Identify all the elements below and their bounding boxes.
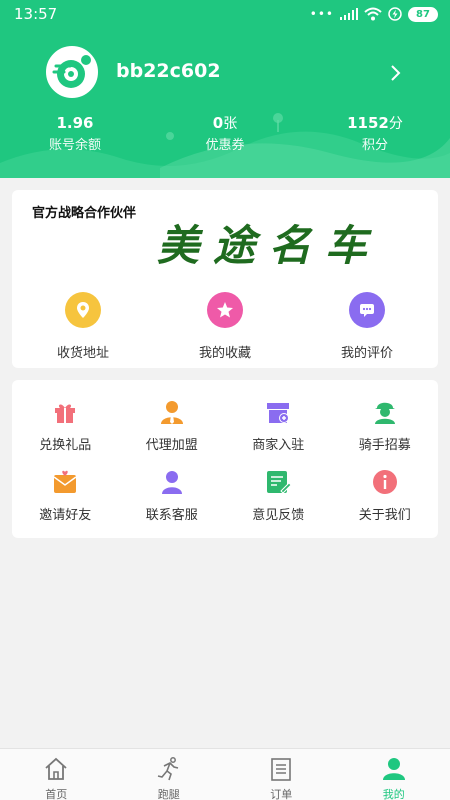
wifi-icon — [364, 7, 382, 21]
partner-title: 官方战略合作伙伴 — [32, 206, 137, 221]
star-icon — [207, 292, 243, 328]
services-card: 兑换礼品 代理加盟 商家入驻 骑手招募 邀请好友 联系客服 意见反馈 关于我们 — [12, 380, 438, 538]
signal-icon — [340, 8, 358, 20]
rider-icon — [371, 398, 399, 426]
gift-icon — [51, 398, 79, 426]
errand-icon — [157, 757, 178, 781]
nav-errand[interactable]: 跑腿 — [113, 749, 226, 800]
username[interactable]: bb22c602 — [116, 60, 221, 82]
bottom-nav: 首页 跑腿 订单 我的 — [0, 748, 450, 800]
profile-header: 13:57 ••• 87 bb22c602 1.96 账号余额 0张 优惠券 1… — [0, 0, 450, 178]
nav-home[interactable]: 首页 — [0, 749, 113, 800]
store-icon — [264, 398, 292, 426]
avatar[interactable] — [46, 46, 98, 98]
order-icon — [271, 758, 292, 781]
service-rider[interactable]: 骑手招募 — [332, 398, 439, 468]
feedback-icon — [264, 468, 292, 496]
service-support[interactable]: 联系客服 — [119, 468, 226, 538]
service-invite[interactable]: 邀请好友 — [12, 468, 119, 538]
quick-item-address[interactable]: 收货地址 — [12, 292, 154, 361]
status-time: 13:57 — [14, 5, 58, 23]
service-agent[interactable]: 代理加盟 — [119, 398, 226, 468]
nav-orders[interactable]: 订单 — [225, 749, 338, 800]
agent-icon — [158, 398, 186, 426]
app-logo-icon — [50, 50, 94, 94]
account-stats: 1.96 账号余额 0张 优惠券 1152分 积分 — [0, 112, 450, 160]
partner-logo[interactable]: 美途名车 — [157, 212, 381, 273]
info-icon — [371, 468, 399, 496]
home-icon — [45, 757, 67, 780]
service-about[interactable]: 关于我们 — [332, 468, 439, 538]
more-dots-icon: ••• — [309, 7, 334, 21]
quick-item-reviews[interactable]: 我的评价 — [296, 292, 438, 361]
service-feedback[interactable]: 意见反馈 — [225, 468, 332, 538]
service-gift[interactable]: 兑换礼品 — [12, 398, 119, 468]
chevron-right-icon[interactable] — [386, 62, 404, 84]
partner-card: 官方战略合作伙伴 美途名车 收货地址 我的收藏 我的评价 — [12, 190, 438, 368]
location-icon — [65, 292, 101, 328]
quick-item-favorites[interactable]: 我的收藏 — [154, 292, 296, 361]
service-icon — [158, 468, 186, 496]
stat-balance[interactable]: 1.96 账号余额 — [0, 112, 150, 160]
invite-icon — [51, 468, 79, 496]
service-merchant[interactable]: 商家入驻 — [225, 398, 332, 468]
quick-actions: 收货地址 我的收藏 我的评价 — [12, 292, 438, 361]
services-grid: 兑换礼品 代理加盟 商家入驻 骑手招募 邀请好友 联系客服 意见反馈 关于我们 — [12, 398, 438, 538]
stat-points[interactable]: 1152分 积分 — [300, 112, 450, 160]
status-bar: 13:57 ••• 87 — [0, 0, 450, 28]
stat-coupons[interactable]: 0张 优惠券 — [150, 112, 300, 160]
charging-icon — [388, 7, 402, 21]
comment-icon — [349, 292, 385, 328]
battery-indicator: 87 — [408, 6, 438, 22]
profile-icon — [382, 758, 405, 780]
nav-profile[interactable]: 我的 — [338, 749, 450, 800]
